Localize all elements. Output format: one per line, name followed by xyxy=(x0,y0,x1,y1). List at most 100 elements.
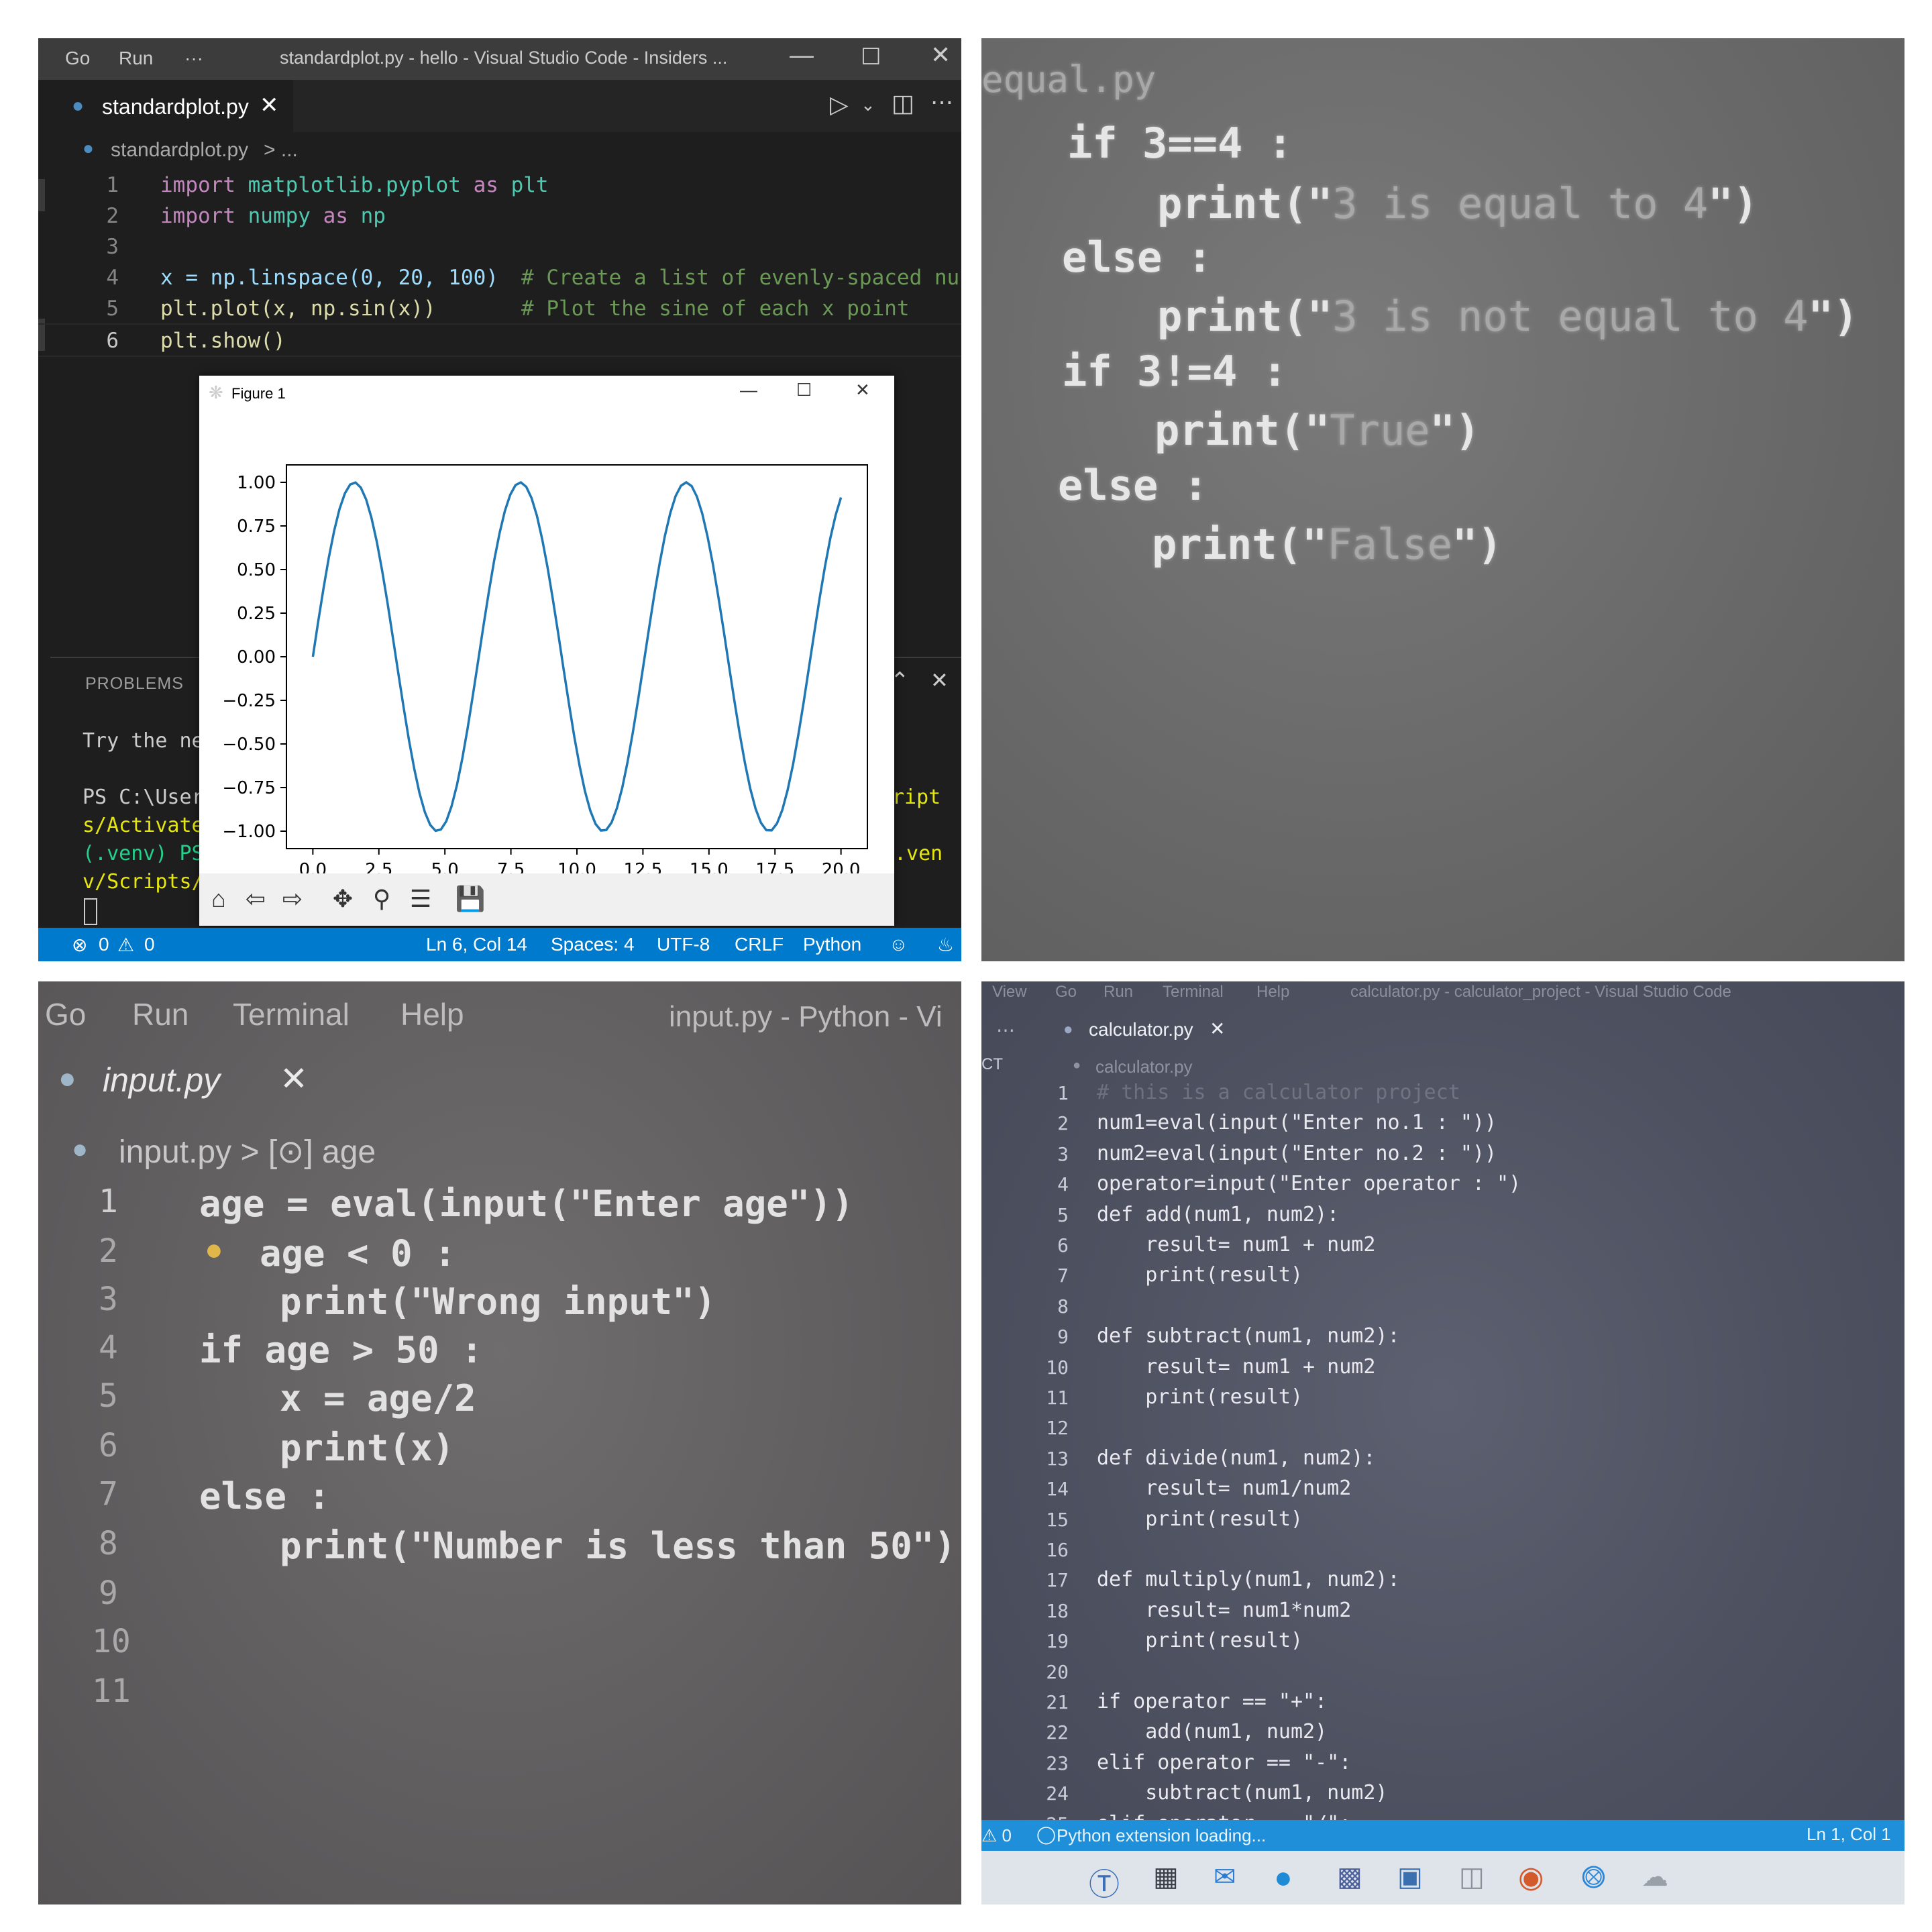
x-tick-label: 0.0 xyxy=(299,860,327,873)
python-file-icon: ● xyxy=(58,1062,76,1095)
store-icon[interactable]: ▣ xyxy=(1397,1862,1423,1892)
menu-view[interactable]: View xyxy=(992,983,1027,1002)
line-number: 6 xyxy=(1057,1234,1069,1256)
menu-go[interactable]: Go xyxy=(65,48,90,69)
tab-label[interactable]: input.py xyxy=(103,1061,220,1099)
minimize-icon[interactable]: — xyxy=(790,41,814,69)
menu-terminal[interactable]: Terminal xyxy=(233,996,350,1032)
code-line: 1 import matplotlib.pyplot as plt xyxy=(38,169,961,200)
teams-icon[interactable]: ▩ xyxy=(1337,1862,1362,1892)
code-line: print("3 is not equal to 4") xyxy=(1157,292,1859,341)
menu-run[interactable]: Run xyxy=(1104,983,1133,1002)
terminal-line: s/Activate xyxy=(83,814,204,837)
photo-equal-code: equal.py if 3==4 : print("3 is equal to … xyxy=(981,38,1904,961)
line-number: 19 xyxy=(1046,1630,1069,1653)
line-number: 22 xyxy=(1046,1721,1069,1744)
feedback-icon[interactable]: ☺ xyxy=(889,934,908,955)
cursor-position[interactable]: Ln 6, Col 14 xyxy=(426,934,527,955)
status-bar: ⊗ 0 ⚠ 0 Ln 6, Col 14 Spaces: 4 UTF-8 CRL… xyxy=(38,928,961,961)
line-number: 10 xyxy=(92,1623,131,1660)
x-tick-label: 5.0 xyxy=(431,860,459,873)
encoding[interactable]: UTF-8 xyxy=(657,934,710,955)
indentation[interactable]: Spaces: 4 xyxy=(551,934,635,955)
bing-icon[interactable]: Ⓣ xyxy=(1089,1860,1120,1904)
configure-icon[interactable]: ☰ xyxy=(405,883,437,915)
mail-icon[interactable]: ✉ xyxy=(1214,1862,1236,1892)
warning-count[interactable]: 0 xyxy=(144,934,155,955)
error-icon[interactable]: ⊗ xyxy=(72,934,87,956)
code-text: x = np.linspace(0, 20, 100) xyxy=(160,266,498,290)
maximize-icon[interactable]: ☐ xyxy=(861,44,881,70)
tab-problems[interactable]: PROBLEMS xyxy=(85,674,184,694)
code-line: 2 import numpy as np xyxy=(38,200,961,231)
terminal-line: PS C:\User xyxy=(83,786,204,809)
x-tick-label: 7.5 xyxy=(497,860,525,873)
split-editor-icon[interactable]: ◫ xyxy=(892,89,914,117)
sine-chart[interactable]: 0.0 2.5 5.0 7.5 10.0 12.5 15.0 17.5 20.0 1.00 0.75… xyxy=(199,376,894,873)
line-number: 6 xyxy=(99,1427,118,1464)
chrome-icon[interactable]: ◉ xyxy=(1518,1860,1544,1894)
tab-close-icon[interactable]: ✕ xyxy=(260,92,279,119)
tab-close-icon[interactable]: ✕ xyxy=(1210,1018,1225,1040)
more-icon[interactable]: ⋯ xyxy=(996,1019,1015,1041)
line-number: 6 xyxy=(106,329,119,353)
cursor-position[interactable]: Ln 1, Col 1 xyxy=(1807,1824,1891,1845)
save-icon[interactable]: 💾 xyxy=(454,883,486,915)
breadcrumb[interactable]: calculator.py xyxy=(1095,1057,1193,1077)
home-icon[interactable]: ⌂ xyxy=(203,883,235,915)
menu-more[interactable]: ··· xyxy=(184,48,203,69)
eol[interactable]: CRLF xyxy=(735,934,784,955)
more-actions-icon[interactable]: ⋯ xyxy=(930,89,953,116)
line-number: 1 xyxy=(99,1183,118,1220)
menu-go[interactable]: Go xyxy=(1055,983,1077,1002)
code-line: def subtract(num1, num2): xyxy=(1097,1324,1400,1348)
code-line: result= num1 + num2 xyxy=(1097,1233,1376,1256)
breadcrumb[interactable]: input.py > [⊙] age xyxy=(119,1133,376,1171)
tab-close-icon[interactable]: ✕ xyxy=(280,1059,308,1098)
line-number: 7 xyxy=(1057,1265,1069,1287)
code-line: print("Wrong input") xyxy=(280,1281,716,1323)
breadcrumb-file[interactable]: standardplot.py xyxy=(111,139,248,162)
run-icon[interactable]: ▷ xyxy=(830,91,849,119)
back-icon[interactable]: ⇦ xyxy=(239,883,272,915)
vscode-icon[interactable]: ⨷ xyxy=(1581,1859,1605,1896)
menu-go[interactable]: Go xyxy=(45,996,86,1032)
code-line: num1=eval(input("Enter no.1 : ")) xyxy=(1097,1111,1497,1135)
code-line: def multiply(num1, num2): xyxy=(1097,1568,1400,1592)
close-icon[interactable]: ✕ xyxy=(930,41,951,69)
language-mode[interactable]: Python xyxy=(803,934,861,955)
lightbulb-icon[interactable]: ● xyxy=(205,1231,223,1267)
x-tick-label: 2.5 xyxy=(365,860,392,873)
menu-help[interactable]: Help xyxy=(400,996,464,1032)
code-line: subtract(num1, num2) xyxy=(1097,1781,1388,1805)
tab-label[interactable]: calculator.py xyxy=(1089,1019,1193,1040)
code-editor[interactable]: 1 import matplotlib.pyplot as plt 2 impo… xyxy=(38,169,961,357)
code-comment: # Plot the sine of each x point xyxy=(521,297,910,321)
tab-standardplot[interactable]: ● standardplot.py ✕ xyxy=(38,80,293,132)
y-tick-label: −0.25 xyxy=(222,691,276,711)
code-line: print(result) xyxy=(1097,1507,1303,1531)
menu-run[interactable]: Run xyxy=(119,48,153,69)
bell-icon[interactable]: ♨ xyxy=(937,934,954,956)
close-panel-icon[interactable]: ✕ xyxy=(930,667,949,693)
menu-help[interactable]: Help xyxy=(1256,983,1289,1002)
edge-icon[interactable]: ● xyxy=(1274,1859,1293,1895)
folder-icon[interactable]: ◫ xyxy=(1459,1862,1485,1892)
pan-icon[interactable]: ✥ xyxy=(327,883,359,915)
error-count[interactable]: 0 xyxy=(99,934,109,955)
zoom-icon[interactable]: ⚲ xyxy=(366,883,398,915)
line-number: 1 xyxy=(1057,1082,1069,1104)
code-line: def add(num1, num2): xyxy=(1097,1202,1340,1226)
warning-icon[interactable]: ⚠ xyxy=(117,934,134,956)
breadcrumb-more[interactable]: > ... xyxy=(264,139,298,162)
app-icon[interactable]: ☁ xyxy=(1642,1862,1668,1892)
warning-count[interactable]: ⚠ 0 xyxy=(981,1825,1012,1846)
menu-terminal[interactable]: Terminal xyxy=(1163,983,1224,1002)
code-comment: # Create a list of evenly-spaced nu xyxy=(521,266,960,290)
menu-run[interactable]: Run xyxy=(132,996,189,1032)
task-view-icon[interactable]: ▦ xyxy=(1153,1862,1179,1892)
forward-icon[interactable]: ⇨ xyxy=(276,883,309,915)
taskbar: Ⓣ ▦ ✉ ● ▩ ▣ ◫ ◉ ⨷ ☁ xyxy=(981,1851,1904,1904)
chevron-down-icon[interactable]: ⌄ xyxy=(861,95,875,115)
code-line: num2=eval(input("Enter no.2 : ")) xyxy=(1097,1141,1497,1165)
